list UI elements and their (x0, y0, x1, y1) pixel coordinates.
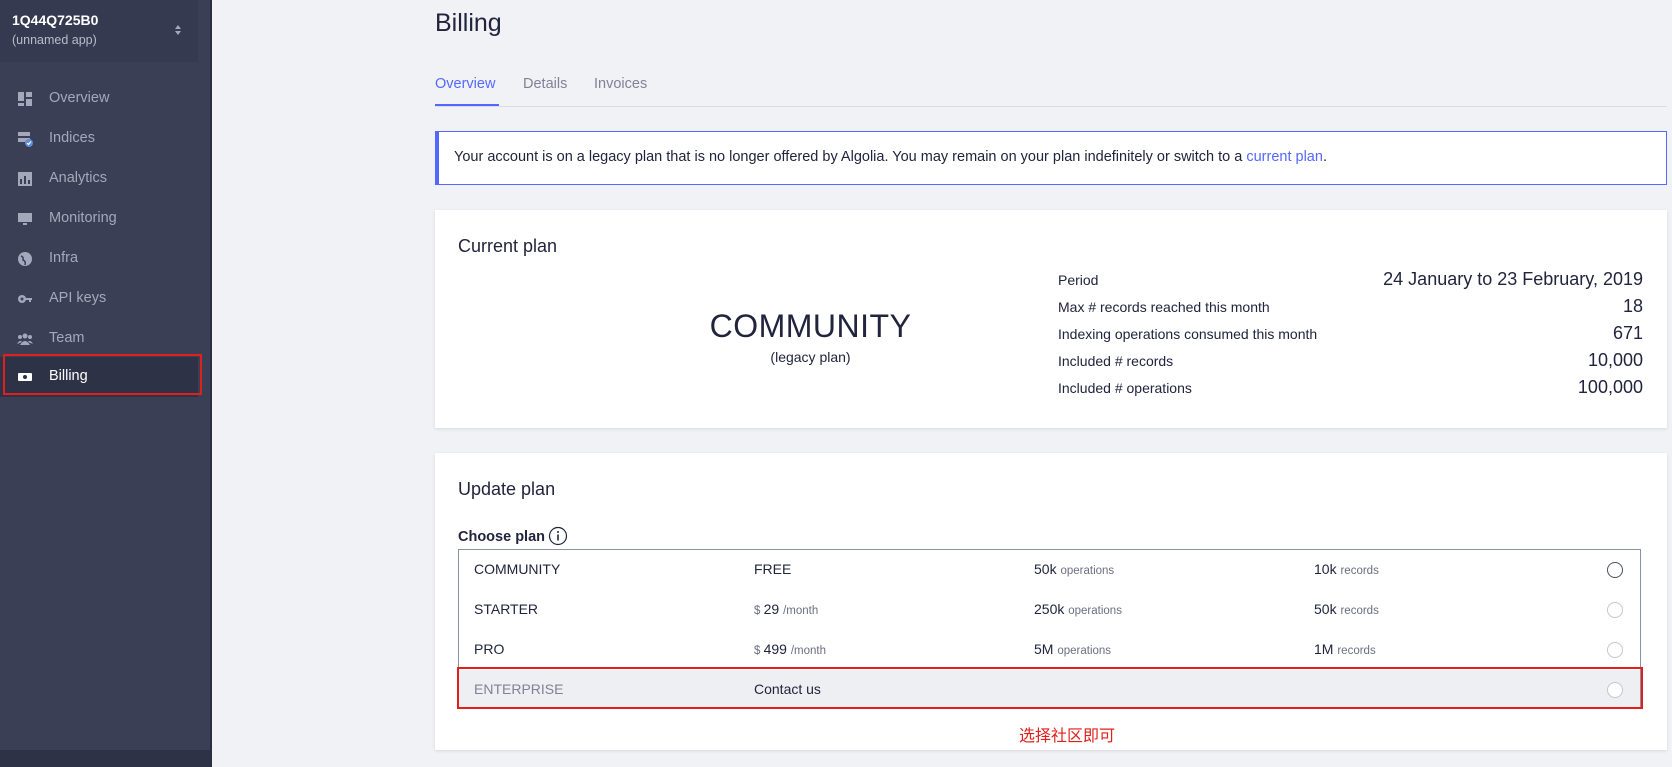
current-plan-name: COMMUNITY (709, 308, 912, 344)
app-name: (unnamed app) (12, 33, 97, 47)
plan-name: COMMUNITY (474, 561, 561, 577)
price-prefix: $ (754, 645, 764, 657)
sidebar-divider (210, 0, 212, 767)
stat-label-max-records: Max # records reached this month (1058, 299, 1270, 315)
plan-operations: 50k operations (1034, 561, 1114, 577)
plan-price: $ 29 /month (754, 601, 818, 617)
globe-icon (18, 252, 32, 266)
current-plan-note: (legacy plan) (770, 349, 851, 365)
plan-name: PRO (474, 641, 505, 657)
plan-operations: 250k operations (1034, 601, 1122, 617)
plan-row-community[interactable]: COMMUNITY FREE 50k operations 10k record… (459, 550, 1640, 590)
ops-unit: operations (1060, 565, 1115, 577)
sidebar-item-monitoring[interactable]: Monitoring (0, 199, 210, 239)
sidebar-item-infra[interactable]: Infra (0, 239, 210, 279)
plan-radio-pro[interactable] (1607, 642, 1623, 658)
price-unit: /month (783, 605, 819, 617)
tab-bar: Overview Details Invoices (435, 74, 1667, 107)
sidebar-footer (0, 750, 210, 767)
current-plan-title: Current plan (458, 236, 558, 256)
stat-label-indexing-ops: Indexing operations consumed this month (1058, 326, 1318, 342)
indices-icon (18, 132, 33, 147)
sidebar-item-team[interactable]: Team (0, 319, 210, 359)
stat-label-period: Period (1058, 272, 1099, 288)
sidebar-item-label: Monitoring (49, 210, 117, 226)
update-plan-title: Update plan (458, 479, 556, 499)
sidebar-item-label: API keys (49, 290, 107, 306)
sidebar-item-api-keys[interactable]: API keys (0, 279, 210, 319)
app-switcher[interactable]: 1Q44Q725B0 (unnamed app) (0, 0, 198, 62)
sidebar-item-label: Team (49, 330, 85, 346)
tab-invoices[interactable]: Invoices (594, 76, 647, 92)
stat-label-included-records: Included # records (1058, 353, 1174, 369)
sidebar-item-overview[interactable]: Overview (0, 79, 210, 119)
price-value: 29 (763, 601, 780, 617)
active-tab-indicator (435, 104, 499, 106)
tab-overview[interactable]: Overview (435, 76, 495, 92)
price-prefix: $ (754, 605, 764, 617)
notice-text: Your account is on a legacy plan that is… (454, 149, 1327, 165)
plan-row-pro[interactable]: PRO $ 499 /month 5M operations 1M record… (459, 630, 1640, 670)
team-icon (17, 333, 33, 345)
monitor-icon (18, 213, 32, 225)
plan-radio-community[interactable] (1607, 562, 1623, 578)
stat-value-included-ops: 100,000 (1577, 377, 1643, 397)
ops-unit: operations (1068, 605, 1122, 617)
enterprise-highlight-box (457, 667, 1643, 709)
ops-value: 5M (1034, 641, 1054, 657)
plan-price: FREE (754, 561, 791, 577)
info-icon[interactable] (548, 526, 568, 546)
page-title: Billing (435, 9, 502, 37)
ops-value: 50k (1034, 561, 1057, 577)
dashboard-icon (18, 92, 32, 106)
sidebar: 1Q44Q725B0 (unnamed app) Overview Indice… (0, 0, 210, 767)
annotation-note: 选择社区即可 (1019, 728, 1116, 745)
billing-highlight-box (3, 354, 202, 395)
stat-value-included-records: 10,000 (1587, 350, 1643, 370)
plan-records: 1M records (1314, 641, 1376, 657)
app-id: 1Q44Q725B0 (12, 12, 99, 28)
sidebar-item-indices[interactable]: Indices (0, 119, 210, 159)
tab-details[interactable]: Details (523, 76, 567, 92)
sidebar-item-label: Indices (49, 130, 95, 146)
records-value: 10k (1314, 561, 1337, 577)
plan-radio-starter[interactable] (1607, 602, 1623, 618)
current-plan-card: Current plan COMMUNITY (legacy plan) Per… (435, 210, 1667, 428)
ops-value: 250k (1034, 601, 1065, 617)
plan-records: 10k records (1314, 561, 1379, 577)
ops-unit: operations (1057, 645, 1112, 657)
plan-row-starter[interactable]: STARTER $ 29 /month 250k operations 50k … (459, 590, 1640, 630)
current-plan-link[interactable]: current plan (1246, 149, 1323, 165)
notice-suffix: . (1322, 149, 1327, 165)
sidebar-item-label: Overview (49, 90, 110, 106)
key-icon (18, 295, 32, 303)
plan-operations: 5M operations (1034, 641, 1111, 657)
records-unit: records (1340, 565, 1379, 577)
records-unit: records (1337, 645, 1376, 657)
bar-chart-icon (18, 172, 32, 186)
stat-value-max-records: 18 (1622, 296, 1643, 316)
choose-plan-label: Choose plan (458, 529, 546, 545)
plan-price: $ 499 /month (754, 641, 826, 657)
price-value: FREE (754, 561, 792, 577)
sort-arrows-icon[interactable] (172, 20, 184, 40)
stat-value-period: 24 January to 23 February, 2019 (1383, 269, 1643, 289)
records-value: 1M (1314, 641, 1334, 657)
price-value: 499 (763, 641, 787, 657)
notice-message: Your account is on a legacy plan that is… (454, 149, 1247, 165)
plan-name: STARTER (474, 601, 539, 617)
plan-records: 50k records (1314, 601, 1379, 617)
sidebar-item-label: Infra (49, 250, 79, 266)
price-unit: /month (790, 645, 827, 657)
sidebar-item-analytics[interactable]: Analytics (0, 159, 210, 199)
sidebar-item-label: Analytics (49, 170, 108, 186)
records-value: 50k (1314, 601, 1337, 617)
stat-label-included-ops: Included # operations (1058, 380, 1192, 396)
stat-value-indexing-ops: 671 (1612, 323, 1643, 343)
records-unit: records (1340, 605, 1379, 617)
legacy-plan-notice: Your account is on a legacy plan that is… (435, 131, 1667, 185)
